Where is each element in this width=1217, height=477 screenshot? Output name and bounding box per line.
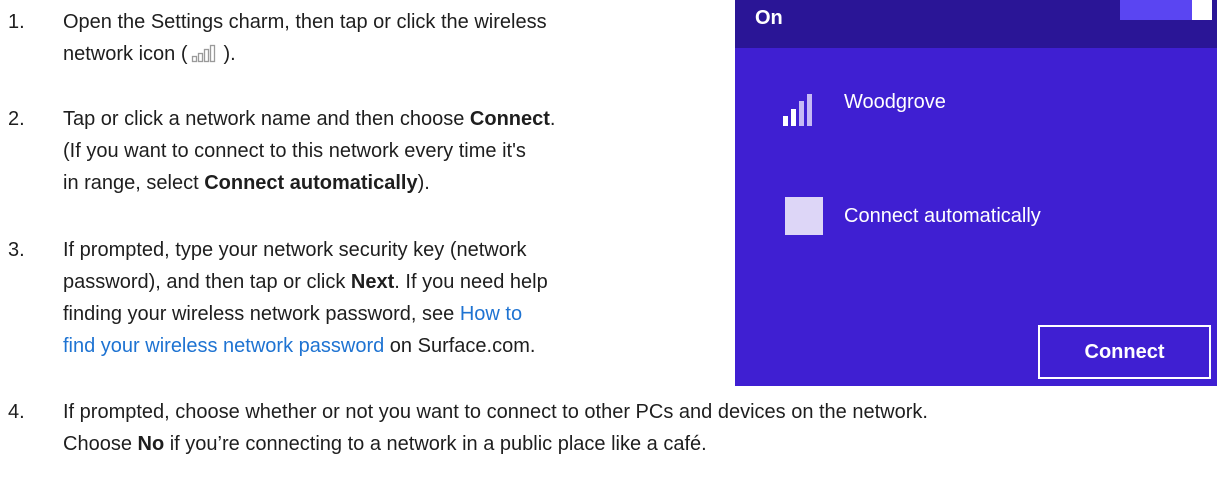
step-line: find your wireless network password on S…: [63, 335, 536, 357]
step-line: (If you want to connect to this network …: [63, 140, 526, 162]
step-text: If prompted, choose whether or not you w…: [63, 396, 928, 460]
wifi-toggle[interactable]: [1120, 0, 1192, 20]
step-line: Tap or click a network name and then cho…: [63, 108, 556, 130]
step-line: password), and then tap or click Next. I…: [63, 271, 548, 293]
step-line: Open the Settings charm, then tap or cli…: [63, 11, 547, 33]
step-line: If prompted, choose whether or not you w…: [63, 401, 928, 423]
step-number: 3.: [8, 239, 25, 261]
wifi-toggle-thumb[interactable]: [1192, 0, 1212, 20]
connect-button[interactable]: Connect: [1038, 325, 1211, 379]
step-line: in range, select Connect automatically).: [63, 172, 430, 194]
step-text: If prompted, type your network security …: [63, 234, 548, 362]
step-number: 1.: [8, 11, 25, 33]
step-number: 2.: [8, 108, 25, 130]
connect-automatically-label[interactable]: Connect automatically: [844, 200, 1041, 232]
step-number: 4.: [8, 401, 25, 423]
step-text: Open the Settings charm, then tap or cli…: [63, 6, 547, 73]
wifi-signal-icon: [783, 94, 823, 136]
step-line: network icon ().: [63, 38, 547, 73]
connect-automatically-checkbox[interactable]: [785, 197, 823, 235]
step-line: If prompted, type your network security …: [63, 239, 527, 261]
network-name[interactable]: Woodgrove: [844, 86, 946, 118]
step-line: finding your wireless network password, …: [63, 303, 523, 325]
password-help-link[interactable]: How to: [460, 303, 522, 325]
wireless-network-icon: [191, 41, 221, 73]
password-help-link[interactable]: find your wireless network password: [63, 335, 384, 357]
network-settings-screenshot: On Woodgrove Connect automatically Conne…: [735, 0, 1217, 386]
step-text: Tap or click a network name and then cho…: [63, 103, 555, 199]
wifi-toggle-label: On: [755, 7, 783, 29]
step-line: Choose No if you’re connecting to a netw…: [63, 433, 707, 455]
